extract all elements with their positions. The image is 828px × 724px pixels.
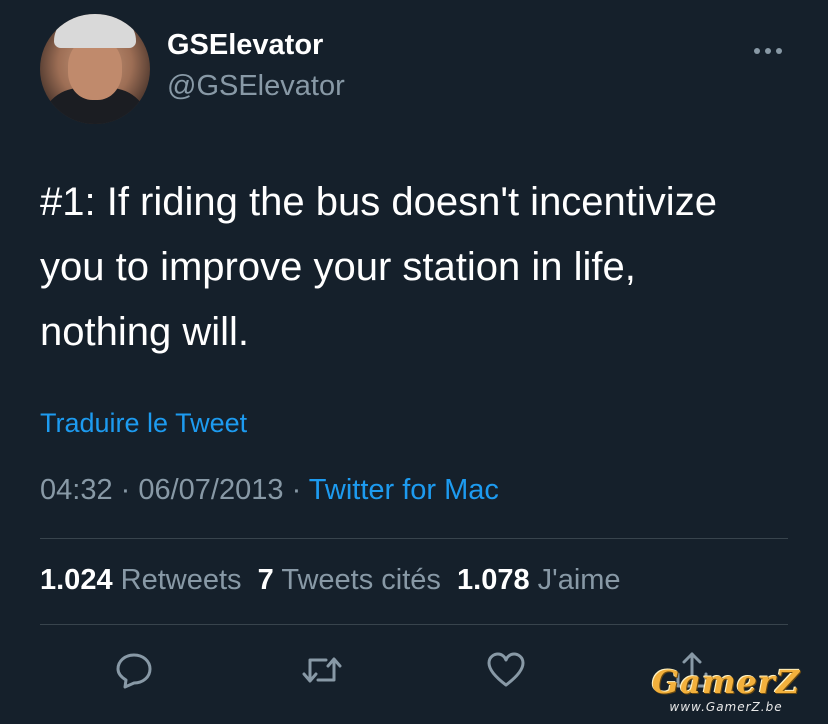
tweet-meta: 04:32 · 06/07/2013 · Twitter for Mac — [40, 474, 499, 507]
divider — [40, 624, 788, 625]
tweet-stats: 1.024 Retweets 7 Tweets cités 1.078 J'ai… — [40, 564, 621, 597]
retweets-count: 1.024 — [40, 564, 113, 596]
tweet-source-link[interactable]: Twitter for Mac — [309, 474, 499, 506]
meta-separator: · — [112, 474, 139, 506]
tweet-date[interactable]: 06/07/2013 — [138, 474, 283, 506]
retweets-stat[interactable]: 1.024 Retweets — [40, 564, 242, 596]
quotes-stat[interactable]: 7 Tweets cités — [258, 564, 441, 596]
tweet-line: #1: If riding the bus doesn't incentiviz… — [40, 180, 717, 224]
tweet-line: you to improve your station in life, — [40, 245, 636, 289]
retweet-button[interactable] — [300, 650, 342, 690]
tweet-line: nothing will. — [40, 310, 250, 354]
avatar[interactable] — [40, 14, 150, 124]
quotes-label: Tweets cités — [281, 564, 441, 596]
likes-label: J'aime — [537, 564, 621, 596]
retweet-icon — [302, 657, 342, 683]
retweets-label: Retweets — [120, 564, 242, 596]
divider — [40, 538, 788, 539]
reply-button[interactable] — [114, 650, 154, 690]
reply-icon — [116, 653, 152, 689]
watermark: GamerZ www.GamerZ.be — [638, 664, 814, 720]
tweet-time[interactable]: 04:32 — [40, 474, 113, 506]
author-handle[interactable]: @GSElevator — [167, 70, 345, 103]
more-horizontal-icon — [754, 48, 782, 54]
tweet-text: #1: If riding the bus doesn't incentiviz… — [40, 170, 800, 365]
like-button[interactable] — [486, 650, 526, 690]
watermark-url: www.GamerZ.be — [669, 700, 783, 714]
like-icon — [487, 652, 525, 687]
more-options-button[interactable] — [752, 32, 786, 63]
avatar-hair — [54, 14, 136, 48]
likes-count: 1.078 — [457, 564, 530, 596]
translate-tweet-link[interactable]: Traduire le Tweet — [40, 408, 247, 439]
likes-stat[interactable]: 1.078 J'aime — [457, 564, 621, 596]
meta-separator: · — [283, 474, 309, 506]
watermark-logo: GamerZ — [651, 663, 801, 701]
quotes-count: 7 — [257, 564, 274, 596]
author-name[interactable]: GSElevator — [167, 29, 323, 62]
